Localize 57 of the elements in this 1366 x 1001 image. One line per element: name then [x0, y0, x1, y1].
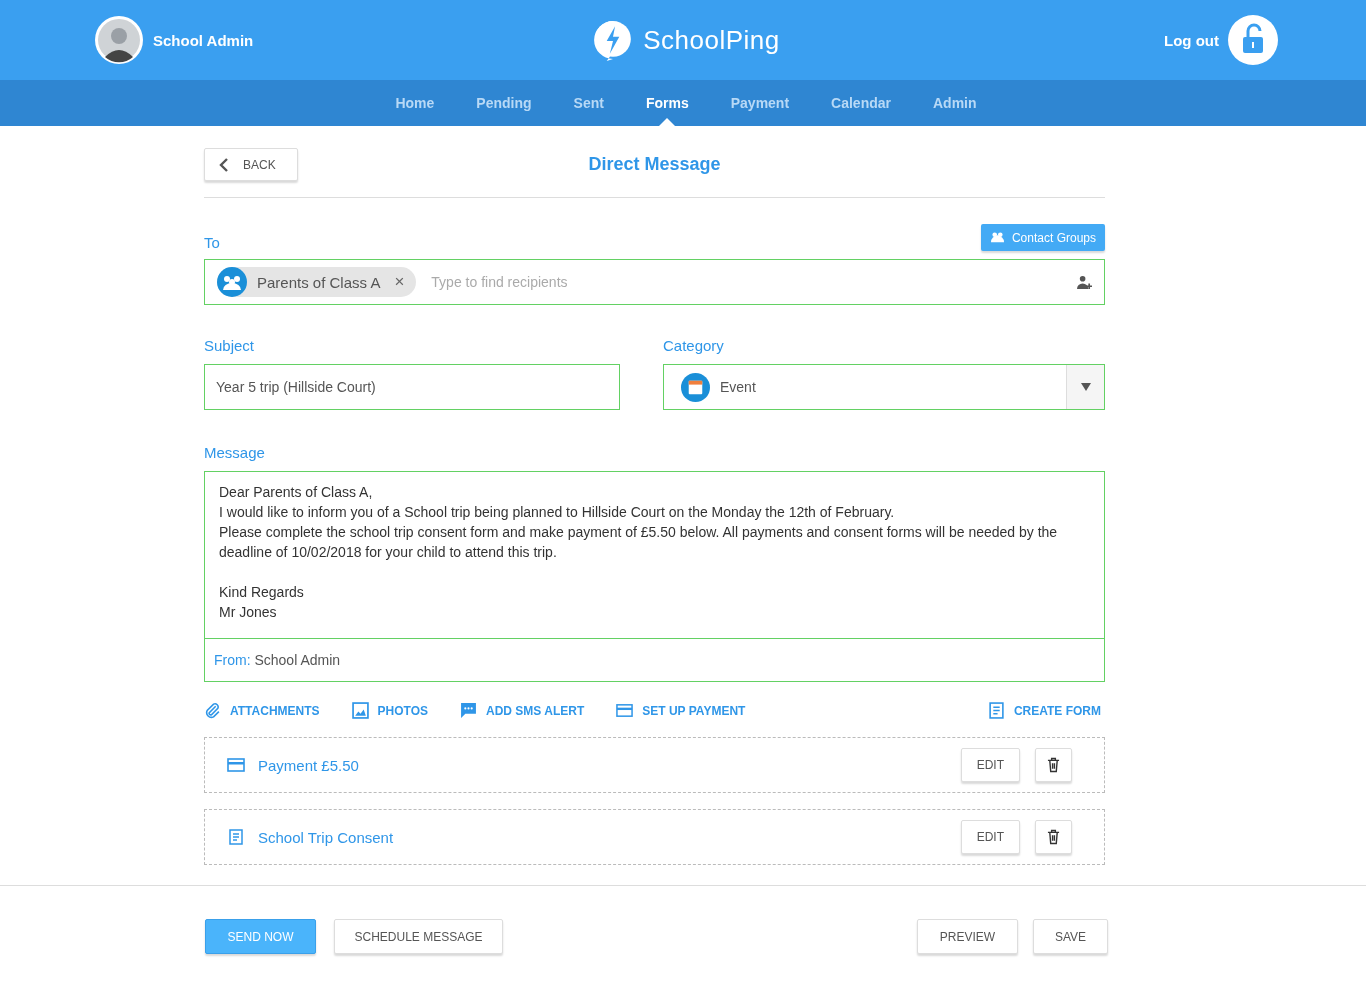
- paperclip-icon: [204, 702, 221, 719]
- calendar-icon: [681, 372, 710, 402]
- trash-icon: [1047, 757, 1060, 773]
- edit-button[interactable]: EDIT: [960, 820, 1020, 854]
- field-label: Subject: [204, 337, 256, 354]
- avatar-icon: [94, 15, 144, 65]
- action-link[interactable]: ATTACHMENTS: [204, 702, 320, 719]
- nav-tab[interactable]: Calendar: [810, 80, 912, 126]
- delete-button[interactable]: [1035, 748, 1072, 782]
- send-now-button[interactable]: SEND NOW: [205, 919, 316, 954]
- action-link[interactable]: ADD SMS ALERT: [460, 702, 585, 719]
- subject-field[interactable]: Year 5 trip (Hillside Court): [204, 364, 620, 410]
- action-link[interactable]: SET UP PAYMENT: [616, 702, 746, 719]
- field-label: Message: [204, 444, 266, 461]
- image-icon: [351, 702, 369, 719]
- attachment-title: Payment £5.50: [258, 756, 360, 774]
- preview-button[interactable]: PREVIEW: [917, 919, 1018, 954]
- add-person-icon[interactable]: [1077, 274, 1092, 290]
- nav-tab[interactable]: Sent: [552, 80, 625, 126]
- nav-tab[interactable]: Forms: [624, 80, 710, 126]
- people-icon: [217, 267, 247, 297]
- nav-tab[interactable]: Payment: [709, 80, 811, 126]
- brand-name: SchoolPing: [643, 24, 780, 56]
- credit-card-icon: [227, 757, 245, 773]
- sender-name: School Admin: [254, 652, 341, 668]
- people-icon: [989, 231, 1005, 244]
- trash-icon: [1047, 829, 1060, 845]
- contact-groups-button[interactable]: Contact Groups: [980, 224, 1105, 251]
- nav-tab[interactable]: Admin: [912, 80, 998, 126]
- chat-bubble-icon: [460, 702, 477, 719]
- from-label: From:: [214, 652, 251, 668]
- user-name: School Admin: [153, 31, 255, 49]
- document-icon: [227, 829, 245, 845]
- remove-recipient-button[interactable]: ×: [394, 272, 405, 292]
- dropdown-arrow-icon: [1080, 383, 1091, 391]
- padlock-icon[interactable]: [1228, 15, 1278, 65]
- edit-button[interactable]: EDIT: [960, 748, 1020, 782]
- schedule-message-button[interactable]: SCHEDULE MESSAGE: [334, 919, 503, 954]
- page-title: Direct Message: [588, 154, 721, 175]
- recipient-name: Parents of Class A: [257, 273, 381, 291]
- category-dropdown[interactable]: Event: [663, 364, 1105, 410]
- chevron-left-icon: [219, 156, 229, 173]
- field-label: To: [204, 234, 220, 251]
- nav-tab[interactable]: Pending: [455, 80, 553, 126]
- nav-tab[interactable]: Home: [374, 80, 456, 126]
- message-field[interactable]: Dear Parents of Class A, I would like to inform you of a School trip being planned to Hillside Court on the Monday the 12th of February. Please complete the school trip consent form and make payment of £5.50 below. All payments and consent forms will be needed by the deadline of 10/02/2018 for your child to attend this trip. Kind Regards Mr Jones: [205, 472, 1104, 639]
- back-button[interactable]: BACK: [204, 148, 298, 181]
- create-form-link[interactable]: CREATE FORM: [987, 702, 1101, 719]
- delete-button[interactable]: [1035, 820, 1072, 854]
- credit-card-icon: [616, 702, 634, 719]
- logout-link[interactable]: Log out: [1089, 31, 1219, 49]
- document-icon: [987, 702, 1005, 719]
- attachment-title: School Trip Consent: [258, 828, 395, 846]
- action-link[interactable]: PHOTOS: [351, 702, 428, 719]
- recipients-field[interactable]: Parents of Class A × Type to find recipients: [204, 259, 1105, 305]
- save-button[interactable]: SAVE: [1033, 919, 1108, 954]
- field-label: Category: [663, 337, 725, 354]
